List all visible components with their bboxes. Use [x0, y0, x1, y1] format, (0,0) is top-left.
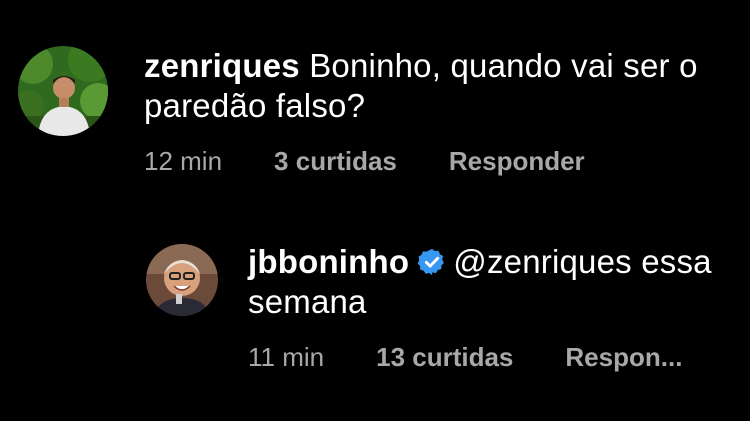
reply-text-line: jbboninho @zenriques essa semana: [248, 242, 748, 322]
reply-time: 11 min: [248, 342, 325, 372]
comment-body: zenriques Boninho, quando vai ser o pare…: [144, 44, 714, 177]
comments-screen: zenriques Boninho, quando vai ser o pare…: [0, 0, 750, 421]
reply-likes[interactable]: 13 curtidas: [376, 342, 513, 373]
reply-meta: 11 min 13 curtidas Respon...: [248, 342, 748, 373]
comment-text-line: zenriques Boninho, quando vai ser o pare…: [144, 46, 714, 126]
comment-item: zenriques Boninho, quando vai ser o pare…: [18, 44, 738, 177]
avatar-photo-icon: [18, 46, 108, 136]
comment-time: 12 min: [144, 146, 223, 176]
avatar-photo-icon: [146, 244, 218, 316]
reply-mention[interactable]: @zenriques: [453, 243, 632, 280]
comment-meta: 12 min 3 curtidas Responder: [144, 146, 714, 177]
reply-item: jbboninho @zenriques essa semana 11 min …: [146, 242, 736, 373]
avatar-zenriques[interactable]: [18, 46, 108, 136]
reply-username[interactable]: jbboninho: [248, 243, 409, 280]
avatar-jbboninho[interactable]: [146, 244, 218, 316]
reply-reply-button[interactable]: Respon...: [565, 342, 682, 373]
comment-username[interactable]: zenriques: [144, 47, 300, 84]
reply-button[interactable]: Responder: [449, 146, 585, 177]
reply-body: jbboninho @zenriques essa semana 11 min …: [248, 242, 748, 373]
comment-likes[interactable]: 3 curtidas: [274, 146, 397, 177]
verified-badge-icon: [417, 248, 445, 276]
